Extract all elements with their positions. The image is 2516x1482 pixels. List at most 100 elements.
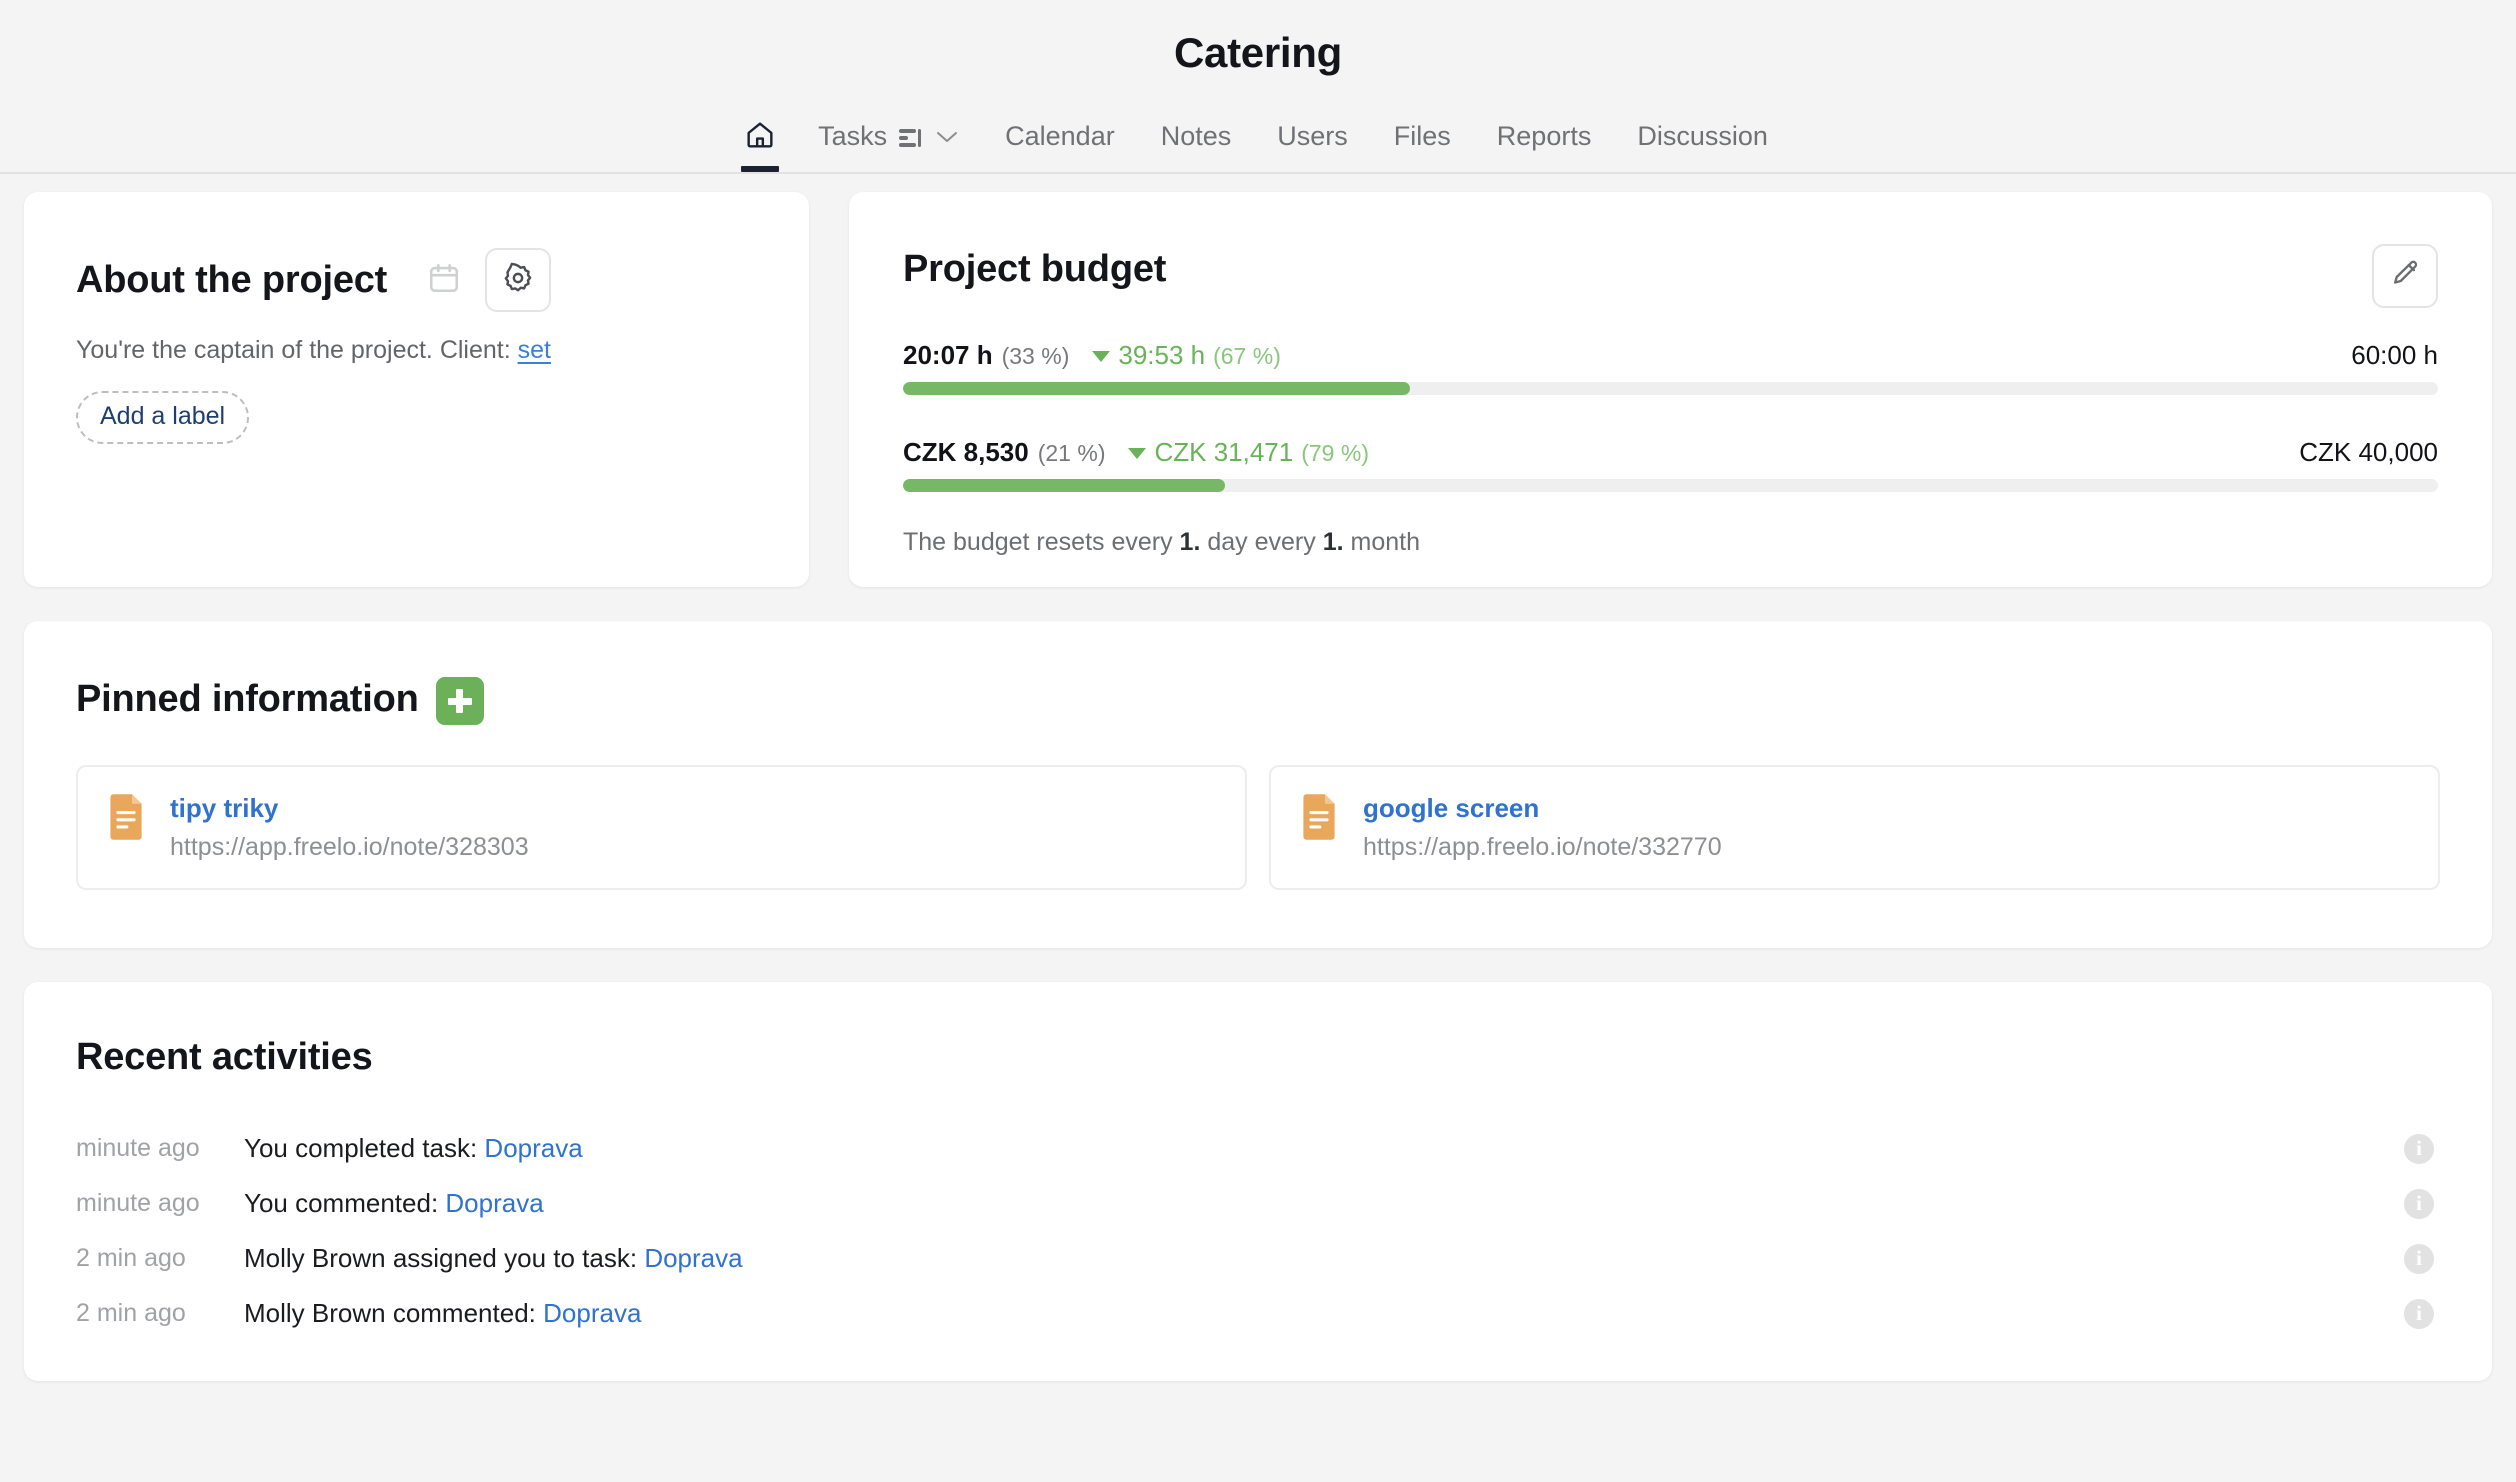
about-description-text: You're the captain of the project. Clien… — [76, 336, 511, 365]
nav-item-tasks[interactable]: Tasks — [795, 121, 982, 172]
activity-text: You commented: Doprava — [244, 1188, 2404, 1219]
budget-hours-used: 20:07 h — [903, 340, 993, 371]
budget-title: Project budget — [903, 248, 1167, 291]
activity-time: minute ago — [76, 1134, 200, 1163]
budget-hours-progress-track — [903, 382, 2438, 396]
main-nav: Tasks Calendar Notes Users Files Reports… — [0, 110, 2516, 172]
activity-message: Molly Brown commented: — [244, 1298, 536, 1329]
budget-row-money-left: CZK 8,530 (21 %) CZK 31,471 (79 %) — [903, 437, 1369, 468]
pinned-items-grid: tipy triky https://app.freelo.io/note/32… — [76, 765, 2440, 891]
note-icon — [106, 793, 146, 846]
about-description: You're the captain of the project. Clien… — [76, 336, 757, 365]
activity-task-link[interactable]: Doprava — [543, 1298, 641, 1328]
pinned-information-card: Pinned information tipy triky https://ap — [24, 621, 2492, 949]
activity-task-link[interactable]: Doprava — [445, 1188, 543, 1218]
nav-item-files[interactable]: Files — [1371, 121, 1474, 172]
budget-hours-progress-fill — [903, 382, 1410, 396]
nav-item-label-users: Users — [1277, 121, 1348, 152]
activity-row: minute ago You completed task: Doprava i — [76, 1121, 2440, 1176]
pinned-item[interactable]: tipy triky https://app.freelo.io/note/32… — [76, 765, 1247, 891]
budget-reset-note-c: month — [1350, 528, 1420, 557]
budget-row-hours: 20:07 h (33 %) 39:53 h (67 %) 60:00 h — [903, 340, 2438, 396]
budget-reset-note-a: The budget resets every — [903, 528, 1173, 557]
app-header: Catering Tasks Calendar Notes Users File… — [0, 0, 2516, 175]
nav-item-label-discussion: Discussion — [1637, 121, 1768, 152]
info-icon[interactable]: i — [2404, 1298, 2434, 1329]
budget-row-hours-left: 20:07 h (33 %) 39:53 h (67 %) — [903, 340, 1281, 371]
project-budget-card: Project budget 20:07 h (33 %) 39:53 h (6… — [849, 192, 2492, 588]
activity-text: Molly Brown assigned you to task: Doprav… — [244, 1243, 2404, 1274]
nav-item-label-notes: Notes — [1160, 121, 1232, 152]
budget-reset-day: 1. — [1179, 528, 1201, 557]
activity-text: You completed task: Doprava — [244, 1133, 2404, 1164]
sort-list-icon — [898, 126, 924, 148]
budget-row-money-labels: CZK 8,530 (21 %) CZK 31,471 (79 %) CZK 4… — [903, 437, 2438, 468]
nav-item-label-tasks: Tasks — [818, 121, 888, 152]
pinned-item-title[interactable]: google screen — [1363, 793, 1722, 824]
nav-item-home[interactable] — [725, 118, 795, 172]
budget-money-remaining-group: CZK 31,471 (79 %) — [1128, 437, 1369, 468]
calendar-button[interactable] — [421, 257, 467, 303]
nav-item-label-files: Files — [1393, 121, 1451, 152]
activity-task-link[interactable]: Doprava — [484, 1133, 582, 1163]
nav-item-users[interactable]: Users — [1254, 121, 1371, 172]
budget-row-money: CZK 8,530 (21 %) CZK 31,471 (79 %) CZK 4… — [903, 437, 2438, 493]
activities-list: minute ago You completed task: Doprava i… — [76, 1121, 2440, 1341]
chevron-down-icon[interactable] — [935, 129, 959, 145]
nav-item-label-calendar: Calendar — [1005, 121, 1115, 152]
pinned-header: Pinned information — [76, 675, 2440, 726]
budget-money-remaining-pct: (79 %) — [1301, 440, 1369, 467]
add-label-button[interactable]: Add a label — [76, 391, 250, 445]
budget-money-total: CZK 40,000 — [2299, 437, 2438, 468]
pinned-item[interactable]: google screen https://app.freelo.io/note… — [1269, 765, 2440, 891]
pencil-icon — [2390, 258, 2421, 294]
pinned-item-texts: tipy triky https://app.freelo.io/note/32… — [170, 793, 529, 862]
budget-money-remaining: CZK 31,471 — [1154, 437, 1294, 468]
add-pinned-button[interactable] — [435, 677, 484, 726]
project-settings-button[interactable] — [485, 248, 552, 313]
budget-money-progress-fill — [903, 479, 1226, 493]
recent-activities-card: Recent activities minute ago You complet… — [24, 982, 2492, 1382]
activity-row: minute ago You commented: Doprava i — [76, 1176, 2440, 1231]
set-client-link[interactable]: set — [518, 336, 551, 364]
nav-item-label-reports: Reports — [1496, 121, 1592, 152]
home-icon — [743, 118, 777, 152]
top-cards-row: About the project You're the captain of … — [24, 192, 2492, 588]
about-project-card: About the project You're the captain of … — [24, 192, 809, 588]
budget-hours-used-pct: (33 %) — [1001, 343, 1070, 370]
edit-budget-button[interactable] — [2372, 244, 2438, 309]
info-icon[interactable]: i — [2404, 1133, 2434, 1164]
gear-icon — [502, 262, 534, 299]
budget-money-progress-track — [903, 479, 2438, 493]
nav-item-calendar[interactable]: Calendar — [982, 121, 1138, 172]
caret-down-icon — [1092, 351, 1111, 363]
info-icon[interactable]: i — [2404, 1243, 2434, 1274]
budget-reset-note-b: day every — [1207, 528, 1316, 557]
nav-item-notes[interactable]: Notes — [1138, 121, 1255, 172]
budget-hours-total: 60:00 h — [2351, 340, 2438, 371]
pinned-item-title[interactable]: tipy triky — [170, 793, 529, 824]
pinned-item-texts: google screen https://app.freelo.io/note… — [1363, 793, 1722, 862]
calendar-icon — [427, 261, 461, 300]
activity-time: 2 min ago — [76, 1244, 186, 1273]
budget-reset-note: The budget resets every 1. day every 1. … — [903, 528, 2438, 557]
pinned-title: Pinned information — [76, 677, 419, 720]
budget-hours-remaining: 39:53 h — [1118, 340, 1206, 371]
pinned-item-url: https://app.freelo.io/note/332770 — [1363, 833, 1722, 862]
budget-money-used: CZK 8,530 — [903, 437, 1029, 468]
activity-message: You completed task: — [244, 1133, 478, 1164]
nav-item-reports[interactable]: Reports — [1474, 121, 1615, 172]
activity-message: Molly Brown assigned you to task: — [244, 1243, 638, 1274]
budget-money-used-pct: (21 %) — [1037, 440, 1106, 467]
info-icon[interactable]: i — [2404, 1188, 2434, 1219]
budget-header: Project budget — [903, 244, 2438, 309]
activity-task-link[interactable]: Doprava — [644, 1243, 742, 1273]
budget-hours-remaining-pct: (67 %) — [1213, 343, 1281, 370]
about-header: About the project — [76, 248, 757, 313]
pinned-item-url: https://app.freelo.io/note/328303 — [170, 833, 529, 862]
note-icon — [1299, 793, 1339, 846]
nav-item-discussion[interactable]: Discussion — [1614, 121, 1791, 172]
page-title: Catering — [1174, 29, 1342, 76]
caret-down-icon — [1128, 448, 1147, 460]
budget-reset-month: 1. — [1322, 528, 1344, 557]
